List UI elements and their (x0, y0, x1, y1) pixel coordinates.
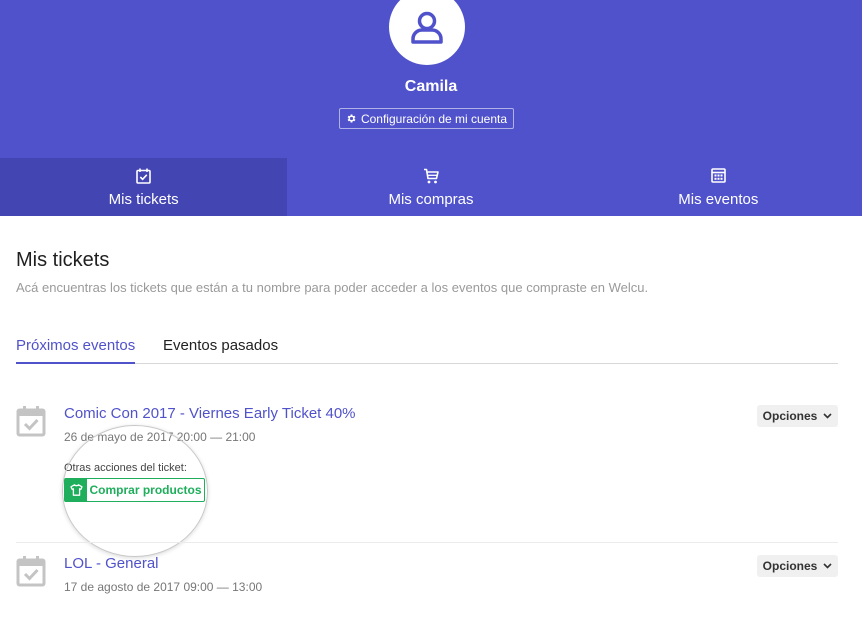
ticket-date: 17 de agosto de 2017 09:00 — 13:00 (64, 580, 263, 594)
options-label: Opciones (762, 559, 818, 573)
other-actions-label: Otras acciones del ticket: (64, 462, 187, 474)
ticket-name[interactable]: Comic Con 2017 - Viernes Early Ticket 40… (64, 405, 356, 422)
nav-tab-label: Mis eventos (678, 191, 759, 208)
nav-tab-label: Mis tickets (108, 191, 179, 208)
tab-eventos-pasados[interactable]: Eventos pasados (163, 337, 278, 364)
nav-tab-mis-tickets[interactable]: Mis tickets (0, 158, 288, 216)
calendar-icon (711, 168, 726, 183)
chevron-down-icon (823, 563, 832, 569)
tshirt-icon (69, 484, 83, 496)
options-button[interactable]: Opciones (757, 405, 838, 427)
buy-products-label: Comprar productos (89, 483, 202, 497)
profile-header: Camila Configuración de mi cuenta (0, 0, 862, 158)
account-settings-button[interactable]: Configuración de mi cuenta (339, 108, 514, 129)
options-label: Opciones (762, 409, 818, 423)
calendar-check-icon (136, 168, 151, 184)
event-tabs: Próximos eventos Eventos pasados (16, 337, 838, 364)
cart-icon (423, 168, 439, 183)
ticket-name[interactable]: LOL - General (64, 555, 159, 572)
page-description: Acá encuentras los tickets que están a t… (16, 280, 649, 295)
options-button[interactable]: Opciones (757, 555, 838, 577)
tab-proximos-eventos[interactable]: Próximos eventos (16, 337, 136, 364)
ticket-date: 26 de mayo de 2017 20:00 — 21:00 (64, 430, 256, 444)
username: Camila (404, 78, 458, 95)
buy-products-button[interactable]: Comprar productos (64, 478, 205, 502)
avatar[interactable] (389, 0, 465, 65)
main-nav: Mis tickets Mis compras Mis eventos (0, 158, 862, 216)
gear-icon (347, 114, 356, 123)
ticket-calendar-icon (16, 406, 46, 437)
nav-tab-mis-eventos[interactable]: Mis eventos (575, 158, 862, 216)
user-icon (411, 11, 443, 44)
ticket-calendar-icon (16, 556, 46, 587)
nav-tab-label: Mis compras (388, 191, 474, 208)
page-title: Mis tickets (16, 249, 110, 271)
chevron-down-icon (823, 413, 832, 419)
account-settings-label: Configuración de mi cuenta (360, 111, 508, 126)
ticket-divider (16, 542, 838, 543)
nav-tab-mis-compras[interactable]: Mis compras (287, 158, 574, 216)
